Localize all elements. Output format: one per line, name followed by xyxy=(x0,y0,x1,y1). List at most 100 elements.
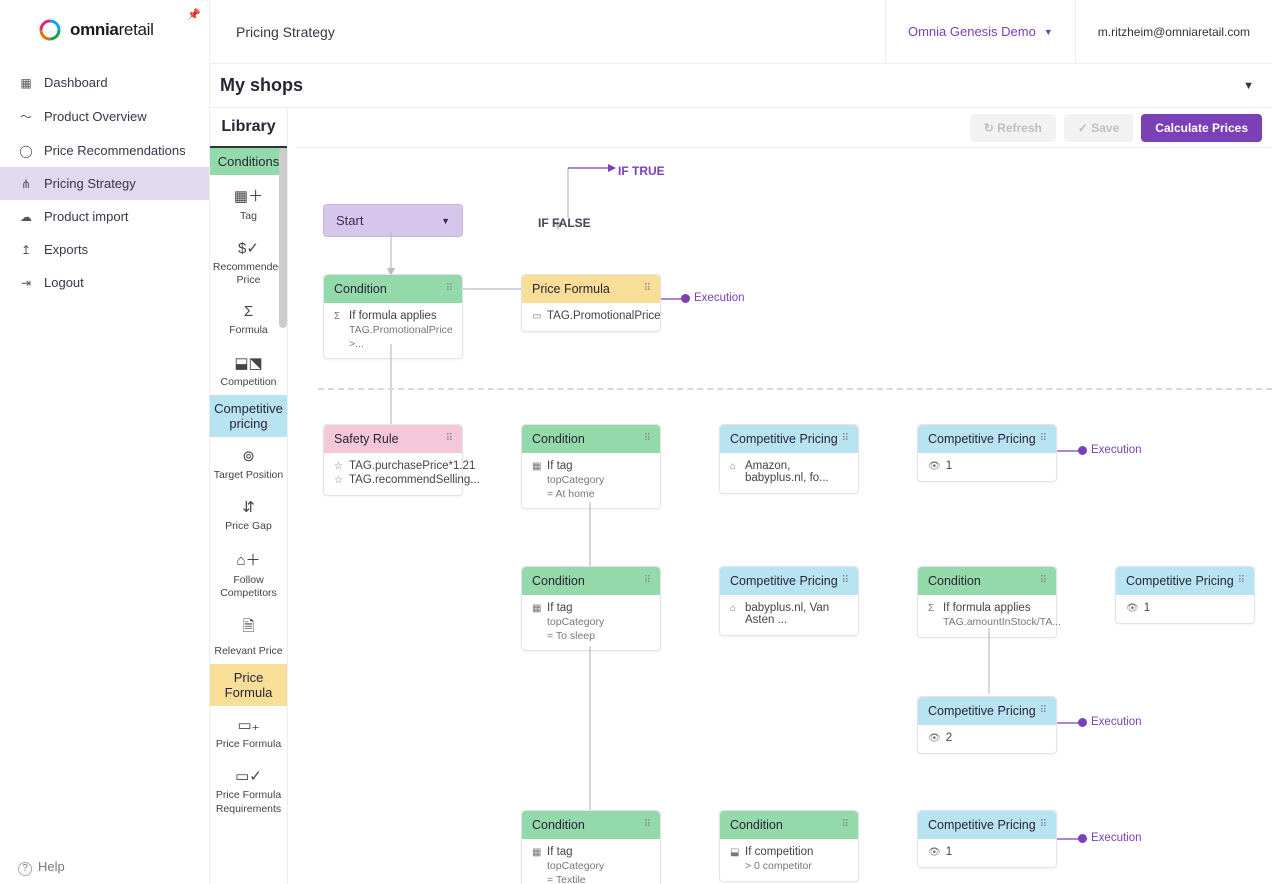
execution-label: Execution xyxy=(1091,716,1142,728)
drag-handle-icon[interactable]: ⠿ xyxy=(1040,819,1048,830)
logo-text: omniaretail xyxy=(70,20,154,40)
node-safety-rule[interactable]: Safety Rule⠿ ☆TAG.purchasePrice*1.21 ☆TA… xyxy=(323,424,463,496)
bars-icon: ⬓ xyxy=(730,847,740,858)
node-price-formula-promo[interactable]: Price Formula⠿ ▭TAG.PromotionalPrice xyxy=(521,274,661,332)
lib-item-price-formula-req[interactable]: ▭✓Price Formula Requirements xyxy=(210,757,287,821)
nav-exports[interactable]: ↥Exports xyxy=(0,233,209,266)
logo[interactable]: omniaretail xyxy=(0,0,209,60)
flow-canvas[interactable]: IF TRUE IF FALSE Start▼ Condition⠿ ΣIf f… xyxy=(298,148,1272,884)
tree-icon: ⋔ xyxy=(18,177,34,191)
if-true-label: IF TRUE xyxy=(618,164,665,178)
node-condition-athome[interactable]: Condition⠿ ▦If tagtopCategory= At home xyxy=(521,424,661,509)
drag-handle-icon[interactable]: ⠿ xyxy=(644,575,652,586)
node-cp-babyplus[interactable]: Competitive Pricing⠿ ⌂babyplus.nl, Van A… xyxy=(719,566,859,636)
drag-handle-icon[interactable]: ⠿ xyxy=(446,433,454,444)
tag-grid-icon: ▦＋ xyxy=(212,185,285,206)
tag-icon: ▦ xyxy=(532,847,542,858)
file-icon: 🗎 xyxy=(212,616,285,641)
nav-product-overview[interactable]: 〜Product Overview xyxy=(0,99,209,134)
lib-item-competition[interactable]: ⬓⬔Competition xyxy=(210,344,287,395)
save-button[interactable]: ✓ Save xyxy=(1064,114,1133,142)
drag-handle-icon[interactable]: ⠿ xyxy=(842,433,850,444)
lib-section-conditions: Conditions xyxy=(210,148,287,175)
node-condition-stock[interactable]: Condition⠿ ΣIf formula appliesTAG.amount… xyxy=(917,566,1057,638)
if-false-label: IF FALSE xyxy=(538,216,591,230)
sidebar: 📌 omniaretail ▦Dashboard 〜Product Overvi… xyxy=(0,0,210,884)
page-title: My shops xyxy=(220,75,303,96)
calculate-prices-button[interactable]: Calculate Prices xyxy=(1141,114,1262,142)
target-icon: ⊚ xyxy=(212,447,285,465)
node-condition-textile[interactable]: Condition⠿ ▦If tagtopCategory= Textile xyxy=(521,810,661,884)
drag-handle-icon[interactable]: ⠿ xyxy=(1238,575,1246,586)
lib-item-price-gap[interactable]: ⇵Price Gap xyxy=(210,488,287,539)
lib-item-follow-competitors[interactable]: ⌂＋Follow Competitors xyxy=(210,539,287,606)
node-start[interactable]: Start▼ xyxy=(323,204,463,237)
lib-section-price-formula: Price Formula xyxy=(210,664,287,706)
drag-handle-icon[interactable]: ⠿ xyxy=(842,819,850,830)
lib-item-formula[interactable]: ΣFormula xyxy=(210,293,287,343)
drag-handle-icon[interactable]: ⠿ xyxy=(1040,575,1048,586)
drag-handle-icon[interactable]: ⠿ xyxy=(1040,433,1048,444)
execution-dot xyxy=(681,294,690,303)
shield-icon: ☆ xyxy=(334,461,344,472)
execution-label: Execution xyxy=(1091,444,1142,456)
node-cp-result-1b[interactable]: Competitive Pricing⠿ 👁1 xyxy=(1115,566,1255,624)
drag-handle-icon[interactable]: ⠿ xyxy=(842,575,850,586)
sigma-icon: Σ xyxy=(212,303,285,320)
node-cp-result-1a[interactable]: Competitive Pricing⠿ 👁1 xyxy=(917,424,1057,482)
breadcrumb: Pricing Strategy xyxy=(210,24,885,40)
nav-dashboard[interactable]: ▦Dashboard xyxy=(0,66,209,99)
execution-dot xyxy=(1078,446,1087,455)
help-icon: ? xyxy=(18,862,32,876)
canvas-toolbar: ↻ Refresh ✓ Save Calculate Prices xyxy=(298,108,1272,148)
cloud-upload-icon: ☁ xyxy=(18,210,34,224)
account-selector[interactable]: Omnia Genesis Demo▼ xyxy=(885,0,1076,63)
execution-label: Execution xyxy=(1091,832,1142,844)
execution-dot xyxy=(1078,718,1087,727)
nav-logout[interactable]: ⇥Logout xyxy=(0,266,209,299)
node-condition-tosleep[interactable]: Condition⠿ ▦If tagtopCategory= To sleep xyxy=(521,566,661,651)
lib-item-tag[interactable]: ▦＋Tag xyxy=(210,175,287,229)
refresh-button[interactable]: ↻ Refresh xyxy=(970,114,1056,142)
nav-price-recommendations[interactable]: ◯Price Recommendations xyxy=(0,134,209,167)
store-plus-icon: ⌂＋ xyxy=(212,549,285,570)
circle-icon: ◯ xyxy=(18,144,34,158)
eye-icon: 👁 xyxy=(928,733,941,744)
calc-icon: ▭ xyxy=(532,311,542,322)
lib-section-competitive: Competitive pricing xyxy=(210,395,287,437)
grid-icon: ▦ xyxy=(18,76,34,90)
lib-item-relevant-price[interactable]: 🗎Relevant Price xyxy=(210,606,287,664)
pin-icon[interactable]: 📌 xyxy=(187,8,201,21)
drag-handle-icon[interactable]: ⠿ xyxy=(644,819,652,830)
drag-handle-icon[interactable]: ⠿ xyxy=(644,283,652,294)
eye-icon: 👁 xyxy=(1126,603,1139,614)
lib-item-price-formula[interactable]: ▭₊Price Formula xyxy=(210,706,287,757)
logo-icon xyxy=(38,18,62,42)
drag-handle-icon[interactable]: ⠿ xyxy=(446,283,454,294)
collapse-icon[interactable]: ▼ xyxy=(1243,80,1254,92)
store-icon: ⌂ xyxy=(730,461,740,472)
checklist-icon: ▭✓ xyxy=(212,767,285,785)
shield-icon: ☆ xyxy=(334,475,344,486)
node-cp-amazon[interactable]: Competitive Pricing⠿ ⌂Amazon, babyplus.n… xyxy=(719,424,859,494)
nav-product-import[interactable]: ☁Product import xyxy=(0,200,209,233)
library-panel: Library Conditions ▦＋Tag $✓Recommended P… xyxy=(210,108,288,884)
drag-handle-icon[interactable]: ⠿ xyxy=(644,433,652,444)
node-condition-promo[interactable]: Condition⠿ ΣIf formula appliesTAG.Promot… xyxy=(323,274,463,359)
chart-line-icon: 〜 xyxy=(18,108,34,125)
sigma-icon: Σ xyxy=(334,311,344,322)
user-email[interactable]: m.ritzheim@omniaretail.com xyxy=(1076,25,1272,39)
caret-down-icon: ▼ xyxy=(441,216,450,226)
library-tab[interactable]: Library xyxy=(210,108,287,148)
lib-item-recommended-price[interactable]: $✓Recommended Price xyxy=(210,229,287,293)
node-cp-result-2[interactable]: Competitive Pricing⠿ 👁2 xyxy=(917,696,1057,754)
nav-help[interactable]: ?Help xyxy=(18,859,65,876)
execution-label: Execution xyxy=(694,292,745,304)
nav-pricing-strategy[interactable]: ⋔Pricing Strategy xyxy=(0,167,209,200)
lib-item-target-position[interactable]: ⊚Target Position xyxy=(210,437,287,488)
library-scrollbar[interactable] xyxy=(279,148,287,328)
node-condition-competition[interactable]: Condition⠿ ⬓If competition> 0 competitor xyxy=(719,810,859,882)
node-cp-result-1c[interactable]: Competitive Pricing⠿ 👁1 xyxy=(917,810,1057,868)
drag-handle-icon[interactable]: ⠿ xyxy=(1040,705,1048,716)
gap-icon: ⇵ xyxy=(212,498,285,516)
